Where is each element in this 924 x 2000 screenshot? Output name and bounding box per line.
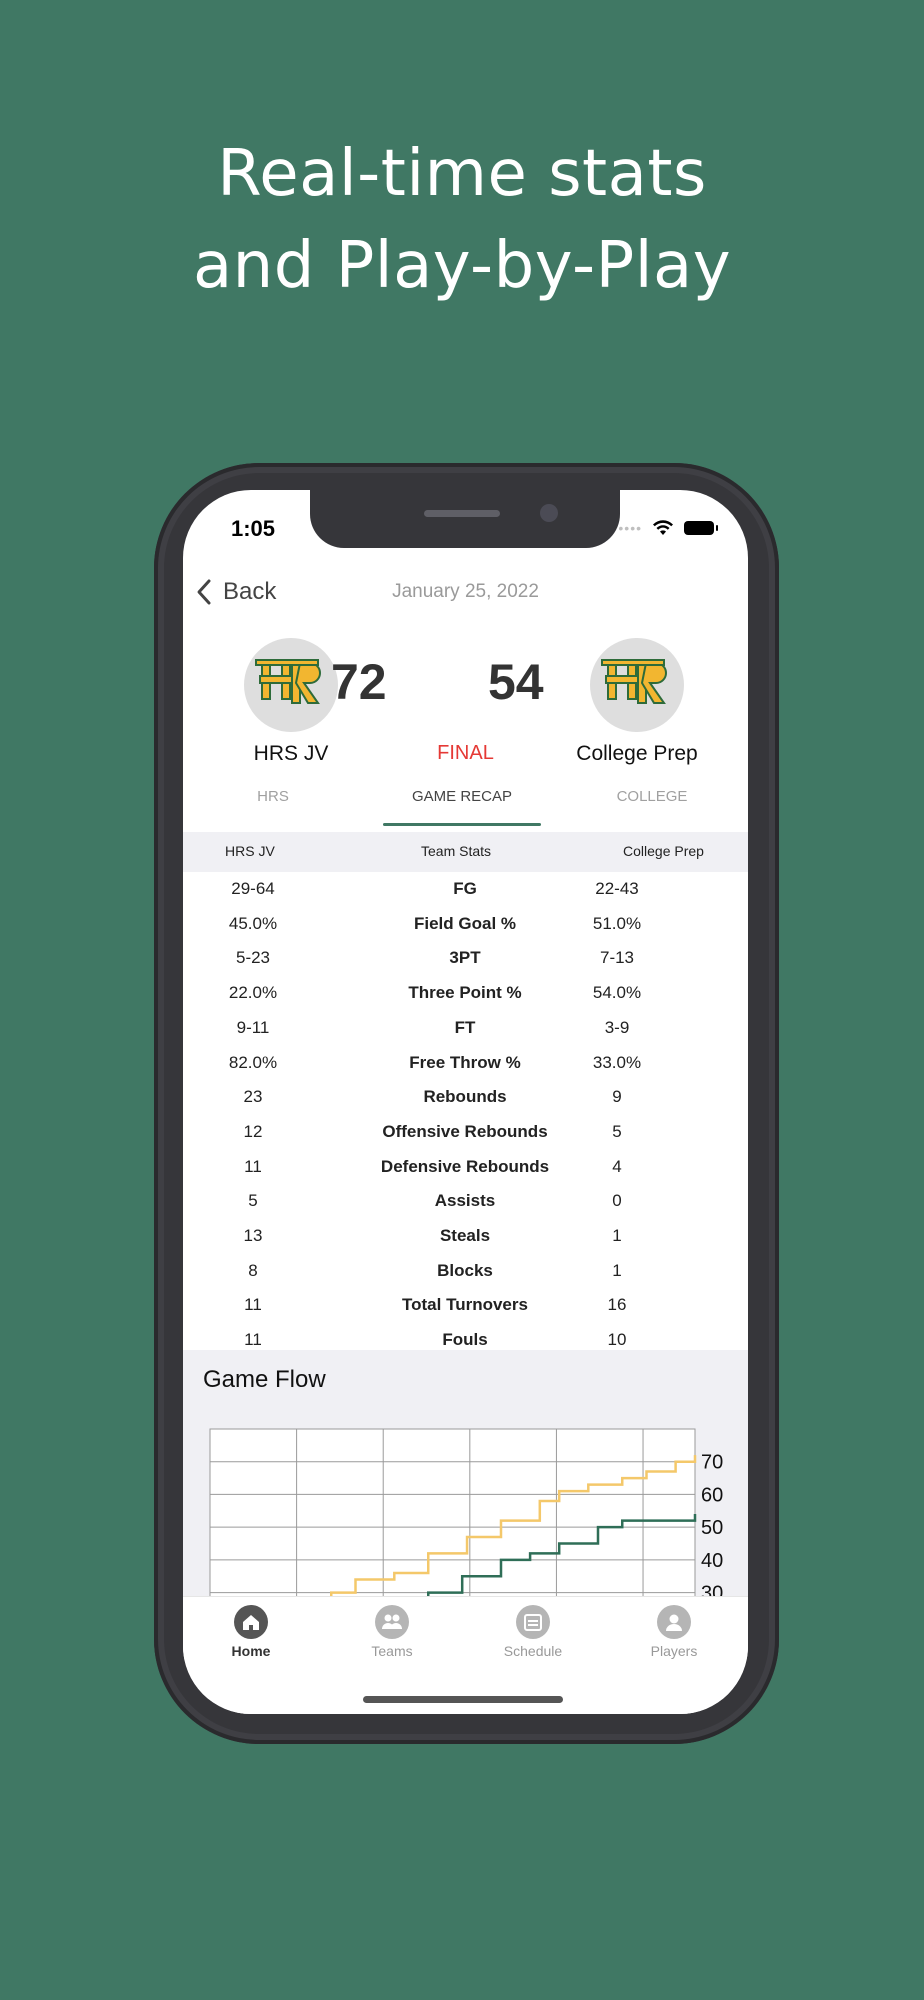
stats-row: 23 Rebounds 9 — [183, 1080, 748, 1115]
active-tab-indicator — [383, 823, 541, 826]
battery-icon — [684, 521, 718, 535]
tab-schedule[interactable]: Schedule — [473, 1605, 593, 1659]
away-score: 54 — [488, 654, 544, 710]
stat-away-value: 33.0% — [592, 1052, 642, 1072]
stats-header-left: HRS JV — [225, 843, 275, 859]
stats-row: 5 Assists 0 — [183, 1184, 748, 1219]
tab-players-label: Players — [650, 1643, 698, 1659]
stats-header-center: Team Stats — [421, 843, 492, 859]
schedule-icon — [516, 1605, 550, 1639]
hr-logo-icon — [255, 659, 321, 704]
teams-icon — [375, 1605, 409, 1639]
stat-away-value: 10 — [607, 1330, 627, 1350]
stats-row: 13 Steals 1 — [183, 1219, 748, 1254]
game-flow-title: Game Flow — [203, 1366, 326, 1393]
game-flow-section: Game Flow 30 40 50 60 70 — [183, 1350, 748, 1630]
stats-row: 11 Total Turnovers 16 — [183, 1288, 748, 1323]
stat-home-value: 22.0% — [228, 983, 278, 1003]
stats-header: HRS JV Team Stats College Prep — [183, 832, 748, 872]
tab-teams-label: Teams — [371, 1643, 413, 1659]
stat-away-value: 1 — [612, 1226, 622, 1245]
wifi-icon — [653, 520, 673, 535]
stat-away-value: 54.0% — [592, 983, 642, 1003]
chart-y-tick-label: 50 — [701, 1517, 723, 1539]
stats-row: 22.0% Three Point % 54.0% — [183, 976, 748, 1011]
game-date: January 25, 2022 — [392, 581, 539, 602]
players-icon — [657, 1605, 691, 1639]
stat-home-value: 5 — [248, 1191, 258, 1211]
stat-home-value: 8 — [248, 1260, 258, 1280]
stat-away-value: 9 — [612, 1087, 622, 1107]
tab-players[interactable]: Players — [614, 1605, 734, 1659]
chart-y-tick-label: 60 — [701, 1484, 723, 1506]
stat-away-value: 4 — [612, 1156, 622, 1176]
away-team-name: College Prep — [576, 742, 698, 765]
stats-row: 5-23 3PT 7-13 — [183, 941, 748, 976]
stat-home-value: 11 — [244, 1295, 262, 1315]
home-icon — [234, 1605, 268, 1639]
stats-row: 9-11 FT 3-9 — [183, 1011, 748, 1046]
stat-home-value: 11 — [244, 1330, 262, 1350]
stat-home-value: 29-64 — [231, 879, 275, 898]
stat-home-value: 45.0% — [228, 913, 278, 933]
stats-row: 82.0% Free Throw % 33.0% — [183, 1046, 748, 1081]
game-flow-chart: 3040506070 — [209, 1428, 723, 1618]
stats-row: 45.0% Field Goal % 51.0% — [183, 907, 748, 942]
stat-away-value: 1 — [612, 1260, 622, 1280]
stat-home-value: 82.0% — [228, 1052, 278, 1072]
signal-icon: •••• — [618, 520, 642, 536]
recap-tabs: HRS GAME RECAP COLLEGE — [183, 788, 748, 826]
home-team-logo[interactable] — [244, 638, 338, 732]
stat-away-value: 16 — [607, 1295, 627, 1315]
stat-away-value: 7-13 — [599, 948, 635, 968]
stat-home-value: 13 — [243, 1226, 263, 1245]
notch — [310, 490, 620, 548]
stats-header-right: College Prep — [623, 843, 704, 859]
stat-home-value: 23 — [243, 1087, 263, 1107]
stat-home-value: 5-23 — [235, 948, 271, 968]
tab-home[interactable]: Home — [191, 1605, 311, 1659]
phone-screen: 1:05 •••• Back January 25, 2022 72 54 HR… — [183, 490, 748, 1714]
tab-home-label: Home — [231, 1643, 271, 1659]
promo-line-2: and Play-by-Play — [192, 229, 732, 303]
hr-logo-icon — [601, 659, 667, 704]
stats-row: 8 Blocks 1 — [183, 1254, 748, 1289]
stats-row: 12 Offensive Rebounds 5 — [183, 1115, 748, 1150]
home-score: 72 — [331, 654, 387, 710]
stat-away-value: 5 — [612, 1121, 622, 1141]
stat-home-value: 12 — [243, 1121, 263, 1141]
status-time: 1:05 — [231, 516, 276, 541]
stat-away-value: 3-9 — [604, 1017, 630, 1037]
tab-college[interactable]: COLLEGE — [587, 788, 717, 805]
status-icons: •••• — [618, 520, 718, 536]
camera-icon — [540, 504, 558, 522]
tab-teams[interactable]: Teams — [332, 1605, 452, 1659]
stat-away-value: 51.0% — [592, 913, 642, 933]
home-indicator — [363, 1696, 563, 1703]
stat-away-value: 0 — [612, 1191, 622, 1211]
stats-row: 11 Defensive Rebounds 4 — [183, 1150, 748, 1185]
chart-y-tick-label: 40 — [701, 1550, 723, 1572]
speaker — [424, 510, 500, 517]
tab-hrs[interactable]: HRS — [213, 788, 333, 805]
stat-home-value: 9-11 — [236, 1017, 270, 1037]
stats-row: 29-64 FG 22-43 — [183, 872, 748, 907]
promo-line-1: Real-time stats — [217, 137, 707, 211]
tab-schedule-label: Schedule — [503, 1643, 563, 1659]
promo-headline: Real-time stats and Play-by-Play — [0, 128, 924, 312]
stat-home-value: 11 — [244, 1156, 262, 1176]
tab-game-recap[interactable]: GAME RECAP — [383, 788, 541, 805]
stat-away-value: 22-43 — [595, 879, 639, 898]
away-team-logo[interactable] — [590, 638, 684, 732]
chart-y-tick-label: 70 — [701, 1452, 723, 1474]
